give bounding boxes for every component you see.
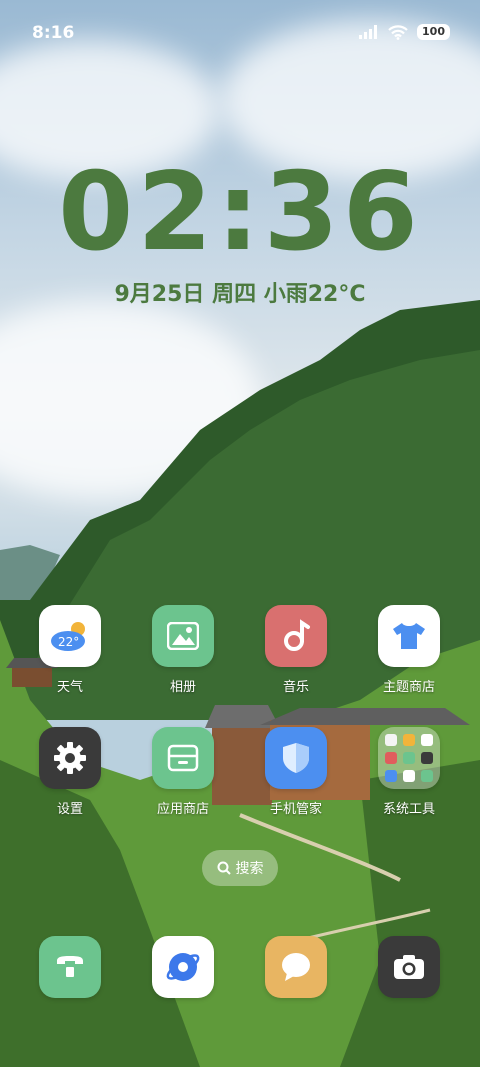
status-time: 8:16 bbox=[32, 23, 75, 43]
app-label: 主题商店 bbox=[382, 680, 435, 695]
status-bar: 8:16 100 bbox=[0, 0, 480, 66]
app-weather[interactable]: 22° 天气 bbox=[15, 605, 125, 695]
calc-mini-icon bbox=[403, 752, 415, 764]
wifi-icon bbox=[388, 24, 408, 40]
signal-icon bbox=[359, 25, 378, 39]
app-label: 相册 bbox=[169, 680, 196, 695]
search-icon bbox=[217, 861, 231, 875]
phone-icon bbox=[39, 936, 101, 998]
weather-temp: 22° bbox=[58, 635, 79, 649]
music-icon bbox=[265, 605, 327, 667]
app-music[interactable]: 音乐 bbox=[241, 605, 351, 695]
files-mini-icon bbox=[403, 734, 415, 746]
folder-grid bbox=[385, 734, 433, 782]
gallery-icon bbox=[152, 605, 214, 667]
mail-mini-icon bbox=[385, 770, 397, 782]
app-label: 手机管家 bbox=[269, 802, 322, 817]
app-label: 音乐 bbox=[282, 680, 309, 695]
status-icons: 100 bbox=[359, 24, 450, 40]
dock-phone[interactable] bbox=[15, 936, 125, 998]
battery-indicator: 100 bbox=[417, 24, 450, 40]
app-label: 设置 bbox=[56, 802, 83, 817]
notes-mini-icon bbox=[421, 734, 433, 746]
search-label: 搜索 bbox=[235, 861, 264, 877]
app-gallery[interactable]: 相册 bbox=[128, 605, 238, 695]
browser-icon bbox=[152, 936, 214, 998]
search-button[interactable]: 搜索 bbox=[202, 850, 278, 886]
folder-icon bbox=[378, 727, 440, 789]
folder-system-tools[interactable]: 系统工具 bbox=[354, 727, 464, 817]
lock-clock[interactable]: 02:36 bbox=[0, 150, 480, 275]
gear-icon bbox=[39, 727, 101, 789]
lock-mini-icon bbox=[385, 734, 397, 746]
app-label: 系统工具 bbox=[382, 802, 435, 817]
dock-camera[interactable] bbox=[354, 936, 464, 998]
shirt-icon bbox=[378, 605, 440, 667]
weather-icon: 22° bbox=[39, 605, 101, 667]
recorder-mini-icon bbox=[385, 752, 397, 764]
clock-mini-icon bbox=[421, 770, 433, 782]
app-label: 天气 bbox=[56, 680, 83, 695]
dock-messages[interactable] bbox=[241, 936, 351, 998]
scanner-mini-icon bbox=[421, 752, 433, 764]
message-icon bbox=[265, 936, 327, 998]
camera-icon bbox=[378, 936, 440, 998]
app-app-store[interactable]: 应用商店 bbox=[128, 727, 238, 817]
shield-icon bbox=[265, 727, 327, 789]
app-settings[interactable]: 设置 bbox=[15, 727, 125, 817]
date-weather-line[interactable]: 9月25日 周四 小雨22°C bbox=[0, 276, 480, 308]
app-theme-store[interactable]: 主题商店 bbox=[354, 605, 464, 695]
dock-browser[interactable] bbox=[128, 936, 238, 998]
store-icon bbox=[152, 727, 214, 789]
app-phone-manager[interactable]: 手机管家 bbox=[241, 727, 351, 817]
compass-mini-icon bbox=[403, 770, 415, 782]
app-label: 应用商店 bbox=[156, 802, 209, 817]
